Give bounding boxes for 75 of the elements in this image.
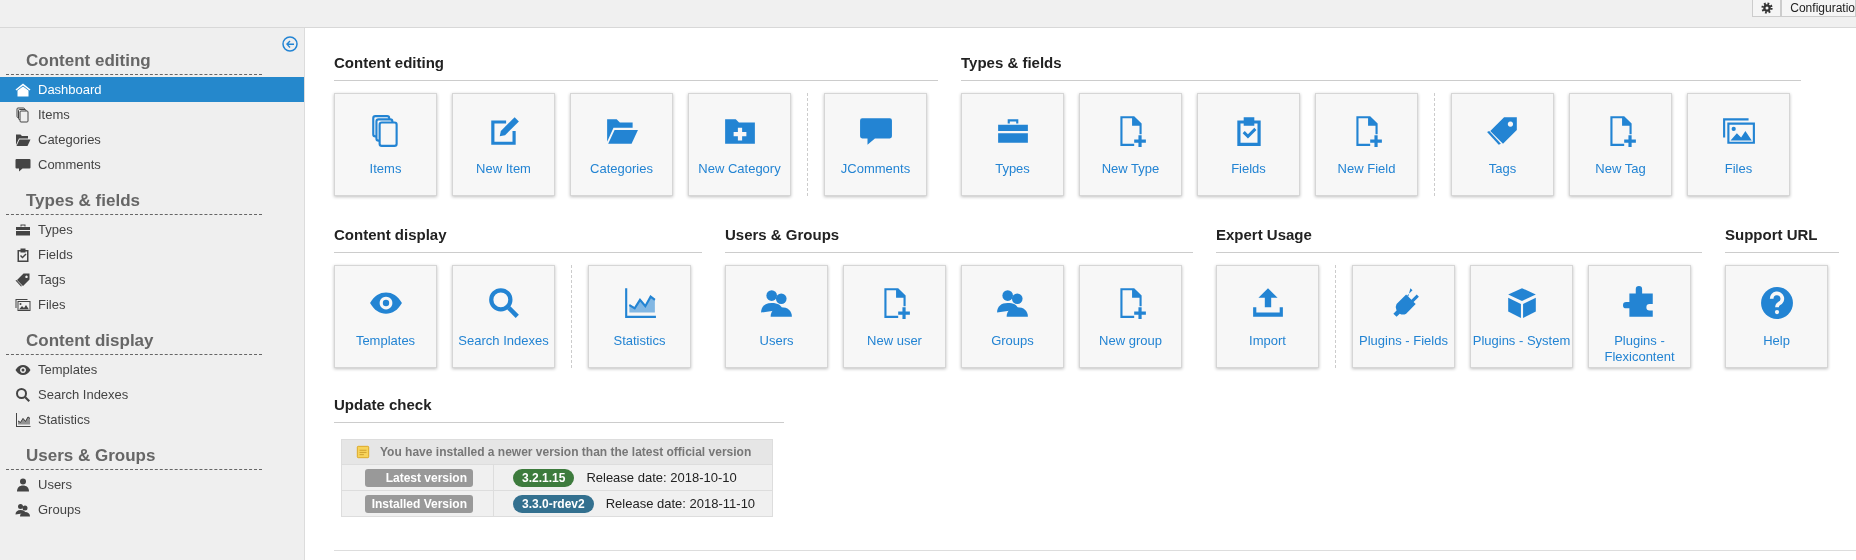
shortcut-tile[interactable]: Items bbox=[334, 93, 437, 196]
shortcut-tile[interactable]: Categories bbox=[570, 93, 673, 196]
settings-icon bbox=[1760, 2, 1773, 14]
section-heading: Support URL bbox=[1725, 226, 1839, 253]
section-heading: Update check bbox=[334, 396, 784, 423]
sidebar-item[interactable]: Types bbox=[0, 217, 304, 242]
search-icon bbox=[486, 286, 521, 320]
settings-button[interactable] bbox=[1752, 0, 1782, 17]
shortcut-tile[interactable]: Types bbox=[961, 93, 1064, 196]
notice-text: You have installed a newer version than the latest official version bbox=[380, 445, 752, 459]
shortcut-tile[interactable]: Plugins - Fields bbox=[1352, 265, 1455, 368]
shortcut-tile[interactable]: Groups bbox=[961, 265, 1064, 368]
version-badge: 3.3.0-rdev2 bbox=[513, 494, 594, 513]
sidebar-item[interactable]: Items bbox=[0, 102, 304, 127]
shortcut-tile[interactable]: Search Indexes bbox=[452, 265, 555, 368]
shortcut-tile[interactable]: Statistics bbox=[588, 265, 691, 368]
sidebar-item[interactable]: Users bbox=[0, 472, 304, 497]
upload-icon bbox=[1250, 286, 1285, 320]
sidebar-item[interactable]: Groups bbox=[0, 497, 304, 522]
shortcut-tile[interactable]: New Category bbox=[688, 93, 791, 196]
shortcut-tile[interactable]: Fields bbox=[1197, 93, 1300, 196]
sidebar-item[interactable]: Templates bbox=[0, 357, 304, 382]
sidebar-heading: Content editing bbox=[6, 51, 262, 75]
configuration-button[interactable]: Configuratio bbox=[1781, 0, 1856, 17]
sidebar-item[interactable]: Statistics bbox=[0, 407, 304, 432]
search-icon bbox=[15, 386, 31, 403]
note-icon bbox=[356, 445, 370, 459]
version-badge: 3.2.1.15 bbox=[513, 468, 575, 487]
release-date: Release date: 2018-11-10 bbox=[605, 496, 756, 511]
section-heading: Types & fields bbox=[961, 54, 1801, 81]
shortcut-tile[interactable]: Help bbox=[1725, 265, 1828, 368]
sidebar-item[interactable]: Tags bbox=[0, 267, 304, 292]
copies-icon bbox=[15, 106, 31, 123]
shortcut-tile[interactable]: Plugins - System bbox=[1470, 265, 1573, 368]
shortcut-tile[interactable]: JComments bbox=[824, 93, 927, 196]
area-chart-icon bbox=[622, 286, 657, 320]
sidebar-item[interactable]: Search Indexes bbox=[0, 382, 304, 407]
sidebar-item[interactable]: Categories bbox=[0, 127, 304, 152]
shortcut-tile[interactable]: Tags bbox=[1451, 93, 1554, 196]
label-badge: Latest version bbox=[365, 468, 473, 487]
shortcut-tile[interactable]: New Type bbox=[1079, 93, 1182, 196]
section-heading: Expert Usage bbox=[1216, 226, 1702, 253]
sidebar-heading: Types & fields bbox=[6, 191, 262, 215]
home-icon bbox=[15, 81, 31, 98]
shortcut-tile[interactable]: Users bbox=[725, 265, 828, 368]
sidebar-heading: Users & Groups bbox=[6, 446, 262, 470]
comment-icon bbox=[15, 156, 31, 173]
shortcut-tile[interactable]: New group bbox=[1079, 265, 1182, 368]
shortcut-tile[interactable]: New Item bbox=[452, 93, 555, 196]
sidebar-item[interactable]: Files bbox=[0, 292, 304, 317]
clipboard-check-icon bbox=[15, 246, 31, 263]
section-heading: Content display bbox=[334, 226, 702, 253]
shortcut-tile[interactable]: Templates bbox=[334, 265, 437, 368]
tag-icon bbox=[1485, 114, 1520, 148]
person-icon bbox=[15, 476, 31, 493]
section-heading: Content editing bbox=[334, 54, 938, 81]
label-badge: Installed Version bbox=[365, 494, 473, 513]
shortcut-tile[interactable]: Plugins - Flexicontent bbox=[1588, 265, 1691, 368]
images-icon bbox=[15, 296, 31, 313]
people-icon bbox=[15, 501, 31, 518]
section-heading: Users & Groups bbox=[725, 226, 1193, 253]
tag-icon bbox=[15, 271, 31, 288]
release-date: Release date: 2018-10-10 bbox=[586, 470, 737, 485]
sidebar-item[interactable]: Comments bbox=[0, 152, 304, 177]
collapse-icon bbox=[282, 36, 298, 52]
shortcut-tile[interactable]: New Field bbox=[1315, 93, 1418, 196]
shortcut-tile[interactable]: Import bbox=[1216, 265, 1319, 368]
shortcut-tile[interactable]: Files bbox=[1687, 93, 1790, 196]
shortcut-tile[interactable]: New Tag bbox=[1569, 93, 1672, 196]
sidebar-item[interactable]: Dashboard bbox=[0, 77, 304, 102]
area-chart-icon bbox=[15, 411, 31, 428]
sidebar-heading: Content display bbox=[6, 331, 262, 355]
help-icon bbox=[1759, 286, 1794, 320]
sidebar-item[interactable]: Fields bbox=[0, 242, 304, 267]
shortcut-tile[interactable]: New user bbox=[843, 265, 946, 368]
